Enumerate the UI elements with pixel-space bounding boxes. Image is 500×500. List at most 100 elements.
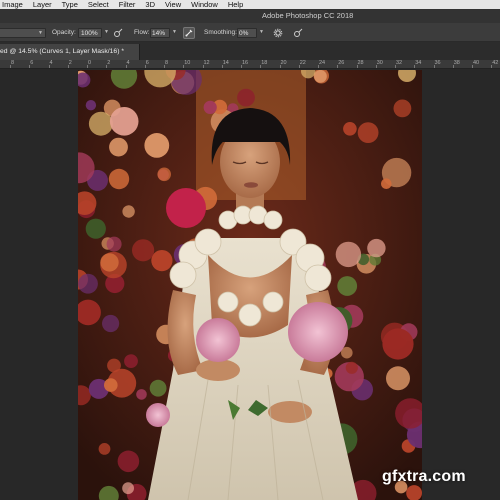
opacity-field[interactable]: 100% [78, 28, 102, 38]
smoothing-value: 0% [239, 30, 249, 37]
ruler-tick-label: 6 [30, 60, 34, 66]
ruler-tick-label: 32 [396, 60, 403, 66]
canvas-area[interactable] [0, 70, 500, 500]
mode-dropdown[interactable]: ▼ [0, 28, 46, 38]
watermark-text: gfxtra.com [382, 468, 466, 485]
menu-layer[interactable]: Layer [33, 0, 52, 9]
horizontal-ruler[interactable]: 8 6 4 2 0 2 4 6 8 10 12 14 16 18 20 22 24 26 28 30 32 34 36 38 4… [0, 60, 500, 69]
background-flower [107, 358, 121, 373]
flow-field[interactable]: 14% [150, 28, 170, 38]
ruler-tick-label: 24 [319, 60, 326, 66]
menu-3d[interactable]: 3D [145, 0, 155, 9]
background-flower [314, 70, 327, 83]
chevron-down-icon[interactable]: ▼ [104, 29, 109, 35]
background-flower [335, 241, 362, 268]
ruler-tick-label: 30 [376, 60, 383, 66]
ruler-tick-label: 18 [261, 60, 268, 66]
ruler-tick-label: 8 [11, 60, 15, 66]
background-flower [122, 482, 134, 495]
window-title: Adobe Photoshop CC 2018 [262, 11, 354, 20]
ruler-tick [472, 65, 473, 68]
ruler-tick-label: 42 [492, 60, 499, 66]
background-flower [100, 253, 119, 272]
ruler-tick [395, 65, 396, 68]
background-flower [357, 122, 379, 143]
background-flower [237, 88, 255, 107]
ruler-tick [48, 65, 50, 68]
ruler-tick [491, 65, 493, 68]
photoshop-window: Image Layer Type Select Filter 3D View W… [0, 0, 500, 500]
ruler-tick-label: 0 [88, 60, 92, 66]
ruler-tick-label: 36 [434, 60, 441, 66]
smoothing-field[interactable]: 0% [237, 28, 257, 38]
document-tab[interactable]: ed @ 14.5% (Curves 1, Layer Mask/16) * [0, 44, 140, 60]
ruler-tick-label: 34 [415, 60, 422, 66]
background-flower [88, 111, 113, 136]
background-flower [203, 100, 217, 114]
document-tab-label: ed @ 14.5% (Curves 1, Layer Mask/16) * [0, 48, 125, 55]
ruler-tick-label: 14 [222, 60, 229, 66]
background-flower [381, 178, 392, 189]
pressure-opacity-icon[interactable] [112, 27, 124, 39]
ruler-tick [452, 65, 454, 68]
ruler-tick [260, 65, 262, 68]
ruler-tick [10, 65, 11, 68]
background-flower [386, 366, 410, 391]
flow-value: 14% [152, 30, 166, 37]
menu-image[interactable]: Image [2, 0, 23, 9]
ruler-tick-label: 38 [453, 60, 460, 66]
ruler-tick-label: 22 [299, 60, 306, 66]
menu-filter[interactable]: Filter [119, 0, 136, 9]
ruler-tick [414, 65, 416, 68]
ruler-tick [241, 65, 242, 68]
ruler-tick [183, 65, 185, 68]
ruler-tick [337, 65, 339, 68]
chevron-down-icon[interactable]: ▼ [259, 29, 264, 35]
ruler-tick [279, 65, 281, 68]
ruler-tick-label: 16 [242, 60, 249, 66]
chevron-down-icon[interactable]: ▼ [172, 29, 177, 35]
background-flower [117, 450, 140, 473]
background-flower [393, 99, 412, 118]
background-flower [345, 361, 358, 374]
chevron-down-icon: ▼ [38, 30, 43, 36]
background-flower [98, 443, 111, 455]
menu-view[interactable]: View [165, 0, 181, 9]
ruler-tick [221, 65, 223, 68]
menu-help[interactable]: Help [228, 0, 243, 9]
ruler-tick [375, 65, 377, 68]
ruler-tick [67, 65, 69, 68]
ruler-tick-label: 12 [203, 60, 210, 66]
ruler-tick [29, 65, 31, 68]
background-flower [78, 273, 98, 294]
menu-select[interactable]: Select [88, 0, 109, 9]
title-bar: Adobe Photoshop CC 2018 [0, 9, 500, 23]
background-flower [109, 107, 139, 136]
options-bar: ▼ Opacity: 100% ▼ Flow: 14% ▼ Smoothing:… [0, 23, 500, 42]
ruler-tick [298, 65, 300, 68]
background-flower [124, 354, 138, 368]
background-flower [343, 122, 357, 136]
opacity-value: 100% [81, 30, 98, 37]
ruler-tick-label: 40 [473, 60, 480, 66]
ruler-tick [144, 65, 146, 68]
ruler-tick [106, 65, 108, 68]
ruler-tick [356, 65, 358, 68]
background-flower [151, 250, 173, 272]
portrait-photo [78, 70, 422, 500]
smoothing-label: Smoothing: [204, 29, 237, 36]
flow-label: Flow: [134, 29, 150, 36]
ruler-tick [87, 65, 88, 68]
menu-type[interactable]: Type [62, 0, 78, 9]
canvas-image[interactable] [78, 70, 422, 500]
opacity-label: Opacity: [52, 29, 76, 36]
ruler-tick [164, 65, 165, 68]
menu-bar: Image Layer Type Select Filter 3D View W… [0, 0, 500, 9]
pressure-size-icon[interactable] [292, 27, 304, 39]
background-flower [106, 236, 122, 252]
ruler-tick-label: 20 [280, 60, 287, 66]
menu-window[interactable]: Window [191, 0, 218, 9]
background-flower [132, 239, 155, 262]
airbrush-icon[interactable] [183, 27, 195, 39]
gear-icon[interactable] [272, 27, 284, 39]
